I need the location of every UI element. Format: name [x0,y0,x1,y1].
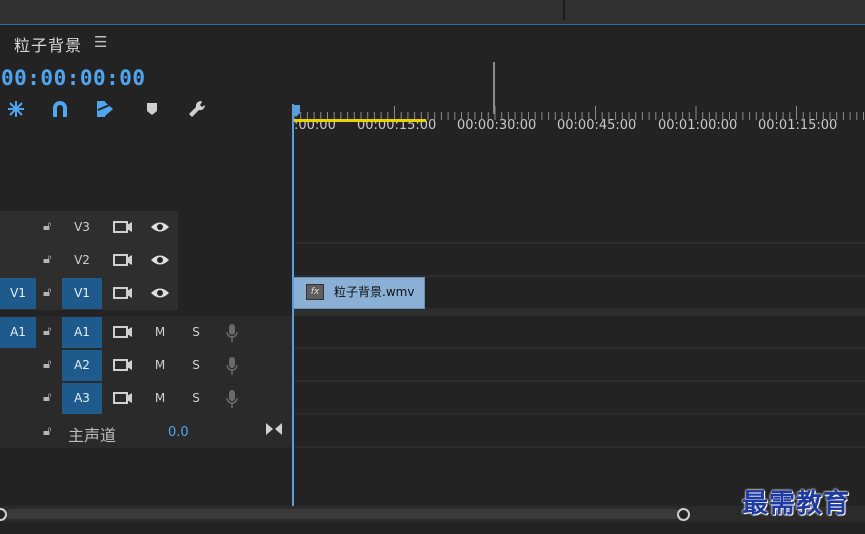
snap-icon[interactable] [5,98,27,120]
track-header-v2: 🔓︎ V2 [0,244,292,277]
track-row-a1[interactable] [293,316,865,349]
mute-button[interactable]: M [140,317,180,348]
track-header-a3: 🔓︎ A3 M S [0,382,292,415]
track-label-v3[interactable]: V3 [62,212,102,243]
microphone-icon[interactable] [225,356,239,376]
linked-selection-icon[interactable] [94,98,116,120]
sync-lock-icon[interactable] [113,325,133,339]
mute-button[interactable]: M [140,383,180,414]
track-header-v1: V1 🔓︎ V1 [0,277,292,310]
top-separator [563,0,565,20]
sync-lock-icon[interactable] [113,286,133,300]
mute-button[interactable]: M [140,350,180,381]
playhead-line[interactable] [292,104,294,506]
fx-badge[interactable]: fx [306,284,324,300]
sync-lock-icon[interactable] [113,358,133,372]
watermark-text: 最需教育 [742,489,851,519]
bowtie-icon[interactable] [265,422,283,436]
magnet-icon[interactable] [49,98,71,120]
solo-button[interactable]: S [176,317,216,348]
video-clip[interactable]: fx 粒子背景.wmv [293,277,425,309]
track-label-a2[interactable]: A2 [62,350,102,381]
hamburger-icon[interactable]: ☰ [94,33,107,51]
track-row-master[interactable] [293,415,865,448]
lock-icon[interactable]: 🔓︎ [43,324,51,339]
track-header-v3: 🔓︎ V3 [0,211,292,244]
track-row-v3[interactable] [293,211,865,244]
sync-lock-icon[interactable] [113,253,133,267]
wrench-icon[interactable] [186,98,208,120]
scroll-handle-right[interactable] [677,508,690,521]
clip-name: 粒子背景.wmv [334,285,415,299]
lock-icon[interactable]: 🔓︎ [43,390,51,405]
microphone-icon[interactable] [225,389,239,409]
track-row-v2[interactable] [293,244,865,277]
lock-icon[interactable]: 🔓︎ [43,219,51,234]
track-header-a2: 🔓︎ A2 M S [0,349,292,382]
track-row-a3[interactable] [293,382,865,415]
solo-button[interactable]: S [176,383,216,414]
source-patch-a1[interactable]: A1 [0,317,36,348]
sync-lock-icon[interactable] [113,391,133,405]
source-patch-v1[interactable]: V1 [0,278,36,309]
solo-button[interactable]: S [176,350,216,381]
scrollbar-thumb[interactable] [6,509,680,519]
lock-icon[interactable]: 🔓︎ [43,357,51,372]
sequence-tab-title[interactable]: 粒子背景 [14,32,82,56]
playhead-timecode[interactable]: 00:00:00:00 [1,66,146,90]
master-volume-value[interactable]: 0.0 [168,425,189,440]
eye-icon[interactable] [150,221,170,233]
master-track-label: 主声道 [68,426,117,445]
sync-lock-icon[interactable] [113,220,133,234]
lock-icon[interactable]: 🔓︎ [43,285,51,300]
lock-icon[interactable]: 🔓︎ [43,252,51,267]
track-row-a2[interactable] [293,349,865,382]
marker-icon[interactable] [141,98,163,120]
work-area-bar[interactable] [294,119,426,122]
track-header-master: 🔓︎ 主声道 0.0 [0,415,292,448]
ruler-major-tick [493,62,495,114]
lock-icon[interactable]: 🔓︎ [43,424,51,439]
track-label-a3[interactable]: A3 [62,383,102,414]
eye-icon[interactable] [150,254,170,266]
microphone-icon[interactable] [225,323,239,343]
track-label-v2[interactable]: V2 [62,245,102,276]
eye-icon[interactable] [150,287,170,299]
track-label-a1[interactable]: A1 [62,317,102,348]
track-label-v1[interactable]: V1 [62,278,102,309]
track-header-a1: A1 🔓︎ A1 M S [0,316,292,349]
top-bar [0,0,865,25]
